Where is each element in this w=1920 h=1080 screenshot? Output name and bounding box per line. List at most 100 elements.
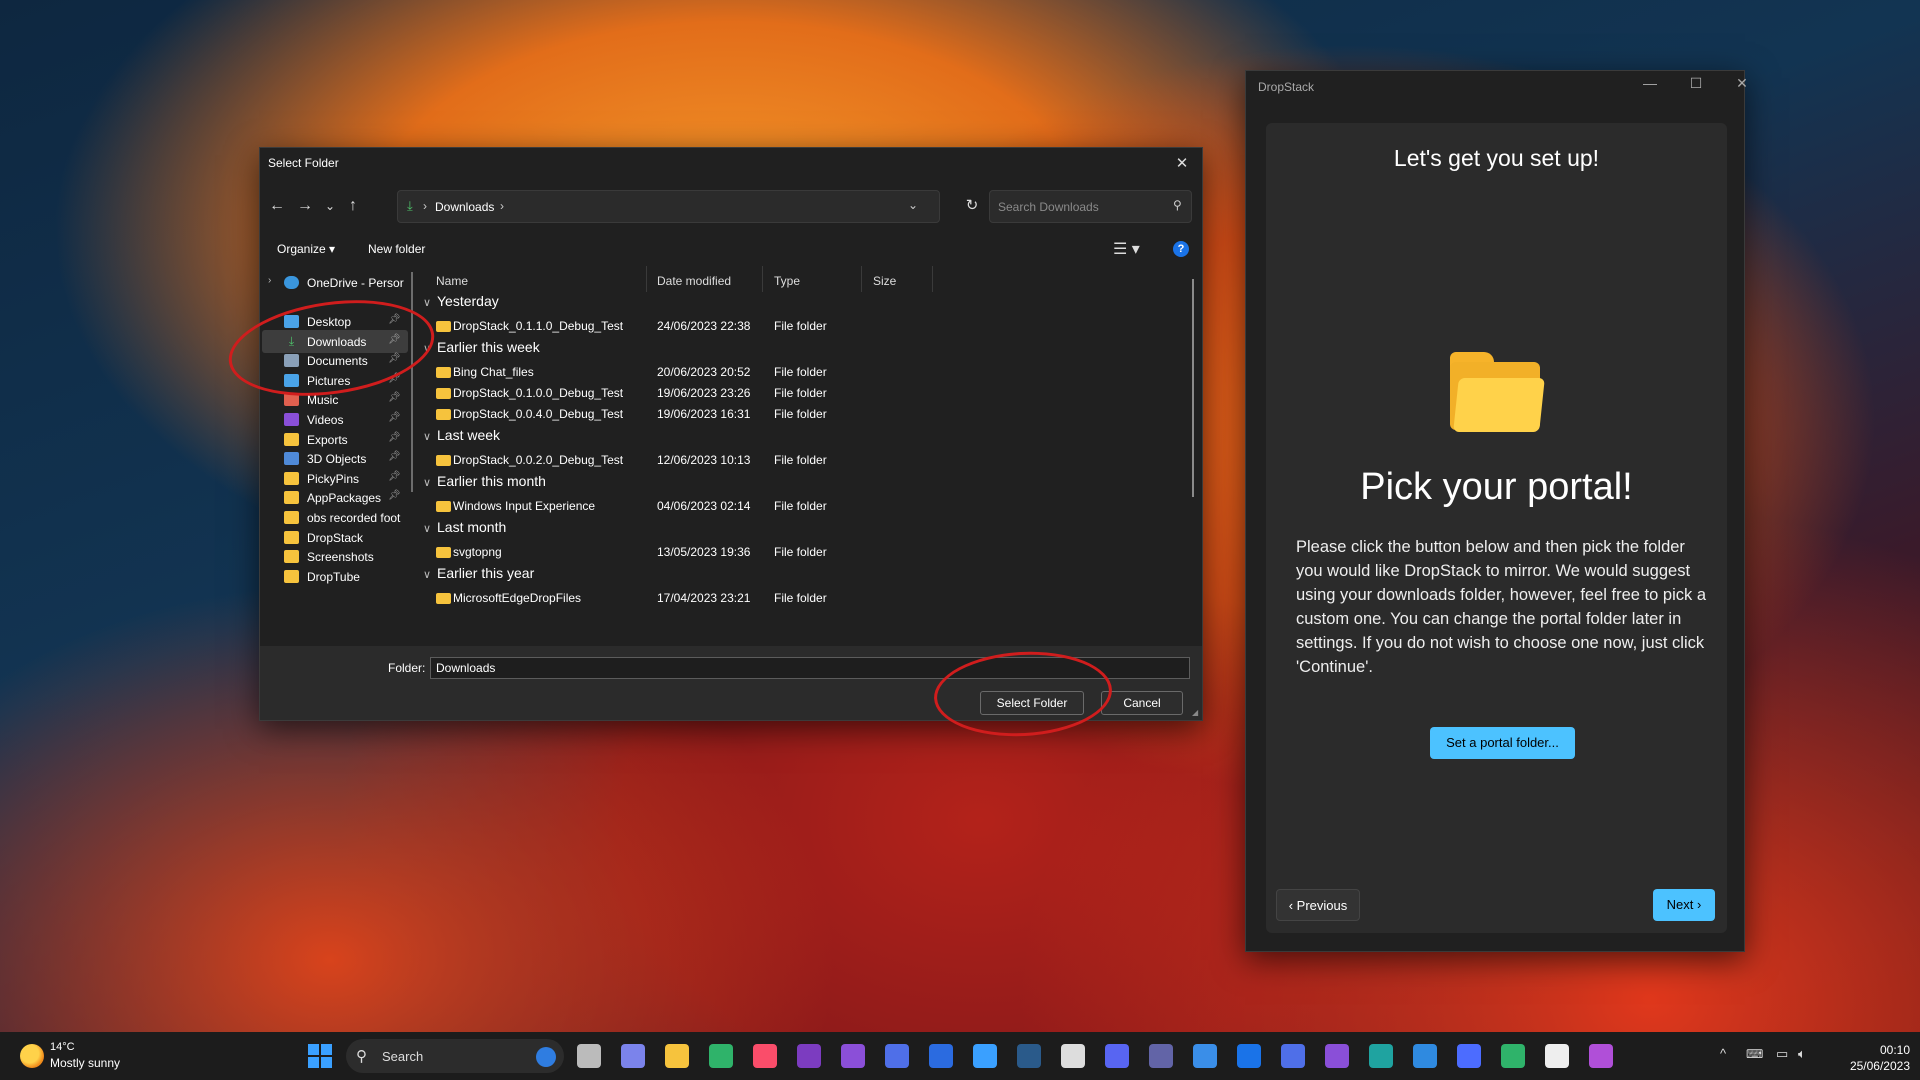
power-automate-icon[interactable] — [1281, 1044, 1305, 1068]
sidebar-item-label: Screenshots — [307, 550, 374, 564]
todo-icon[interactable] — [973, 1044, 997, 1068]
sidebar-item-label: DropTube — [307, 570, 360, 584]
edge-dev-icon[interactable] — [709, 1044, 733, 1068]
file-row[interactable]: DropStack_0.0.4.0_Debug_Test 19/06/2023 1… — [420, 404, 1170, 424]
sidebar-item[interactable]: DropTube — [262, 565, 408, 588]
outlook-icon[interactable] — [1237, 1044, 1261, 1068]
refresh-icon[interactable]: ↻ — [960, 194, 984, 218]
file-explorer-icon[interactable] — [665, 1044, 689, 1068]
setup-heading: Let's get you set up! — [1393, 145, 1600, 171]
3d-icon — [284, 452, 299, 465]
back-arrow-icon[interactable]: ← — [265, 194, 289, 218]
next-button[interactable]: Next › — [1653, 889, 1715, 921]
tray-chevron-icon[interactable]: ^ — [1720, 1046, 1726, 1061]
nav-pane-scrollbar[interactable] — [411, 272, 413, 492]
file-list-scrollbar[interactable] — [1192, 279, 1194, 497]
sidebar-item-label: PickyPins — [307, 472, 360, 486]
cancel-button[interactable]: Cancel — [1101, 691, 1183, 715]
column-type[interactable]: Type — [774, 274, 800, 288]
file-date: 17/04/2023 23:21 — [657, 591, 751, 605]
unreal-engine-icon[interactable] — [1545, 1044, 1569, 1068]
group-header[interactable]: ∨ Yesterday — [423, 293, 499, 309]
column-divider[interactable] — [762, 266, 763, 292]
file-name: svgtopng — [453, 545, 502, 559]
group-header[interactable]: ∨ Earlier this month — [423, 473, 546, 489]
expand-chevron-icon[interactable]: › — [268, 275, 271, 286]
forward-arrow-icon[interactable]: → — [293, 194, 317, 218]
group-header[interactable]: ∨ Earlier this year — [423, 565, 534, 581]
column-divider[interactable] — [932, 266, 933, 292]
column-size[interactable]: Size — [873, 274, 896, 288]
recent-chevron-icon[interactable]: ⌄ — [318, 194, 342, 218]
collapse-chevron-icon[interactable]: ∨ — [423, 476, 437, 489]
minimize-icon[interactable]: — — [1630, 75, 1670, 91]
file-row[interactable]: DropStack_0.0.2.0_Debug_Test 12/06/2023 1… — [420, 450, 1170, 470]
file-row[interactable]: Bing Chat_files 20/06/2023 20:52 File fold… — [420, 362, 1170, 382]
file-row[interactable]: DropStack_0.1.1.0_Debug_Test 24/06/2023 2… — [420, 316, 1170, 336]
github-icon[interactable] — [1589, 1044, 1613, 1068]
vscode-icon[interactable] — [1413, 1044, 1437, 1068]
vscode-insiders-icon[interactable] — [1369, 1044, 1393, 1068]
group-header[interactable]: ∨ Earlier this week — [423, 339, 540, 355]
teams-chat-icon[interactable] — [621, 1044, 645, 1068]
up-arrow-icon[interactable]: ↑ — [341, 194, 365, 218]
set-portal-folder-button[interactable]: Set a portal folder... — [1430, 727, 1575, 759]
new-folder-button[interactable]: New folder — [368, 242, 425, 256]
setup-card: Let's get you set up! Pick your portal! … — [1266, 123, 1727, 933]
column-name[interactable]: Name — [436, 274, 468, 288]
address-dropdown-icon[interactable]: ⌄ — [908, 198, 918, 212]
resize-grip-icon[interactable]: ◢ — [1192, 708, 1198, 717]
file-type: File folder — [774, 319, 827, 333]
windows-start-icon[interactable] — [308, 1044, 332, 1068]
file-row[interactable]: DropStack_0.1.0.0_Debug_Test 19/06/2023 2… — [420, 383, 1170, 403]
column-divider[interactable] — [646, 266, 647, 292]
breadcrumb-downloads[interactable]: Downloads — [435, 200, 494, 214]
column-divider[interactable] — [861, 266, 862, 292]
view-options-icon[interactable]: ☰ ▾ — [1113, 239, 1140, 259]
steam-icon[interactable] — [1017, 1044, 1041, 1068]
visual-studio-icon[interactable] — [1325, 1044, 1349, 1068]
mail-icon[interactable] — [1193, 1044, 1217, 1068]
clock-time[interactable]: 00:10 — [1860, 1043, 1910, 1057]
apple-music-icon[interactable] — [753, 1044, 777, 1068]
collapse-chevron-icon[interactable]: ∨ — [423, 568, 437, 581]
search-input[interactable]: Search Downloads ⚲ — [989, 190, 1192, 223]
column-date[interactable]: Date modified — [657, 274, 731, 288]
close-icon[interactable]: ✕ — [1162, 154, 1202, 172]
network-icon[interactable]: ▭ — [1776, 1046, 1788, 1062]
keyboard-icon[interactable]: ⌨ — [1746, 1047, 1763, 1061]
weather-icon[interactable] — [20, 1044, 44, 1068]
collapse-chevron-icon[interactable]: ∨ — [423, 522, 437, 535]
power-automate-icon[interactable] — [885, 1044, 909, 1068]
previous-button[interactable]: ‹ Previous — [1276, 889, 1360, 921]
task-view-icon[interactable] — [577, 1044, 601, 1068]
sidebar-item-label: OneDrive - Persor — [307, 276, 404, 290]
teams-icon[interactable] — [1149, 1044, 1173, 1068]
word-icon[interactable] — [929, 1044, 953, 1068]
file-row[interactable]: svgtopng 13/05/2023 19:36 File folder — [420, 542, 1170, 562]
breadcrumb-sep: › — [500, 199, 504, 213]
weather-temp[interactable]: 14°C — [50, 1041, 75, 1053]
volume-icon[interactable]: 🔈︎ — [1798, 1046, 1806, 1062]
address-bar[interactable]: ⤓ › Downloads › ⌄ — [397, 190, 940, 223]
group-header[interactable]: ∨ Last month — [423, 519, 506, 535]
gif-tool-icon[interactable] — [1501, 1044, 1525, 1068]
weather-desc[interactable]: Mostly sunny — [50, 1056, 120, 1070]
obs-icon[interactable] — [1061, 1044, 1085, 1068]
clock-date[interactable]: 25/06/2023 — [1840, 1059, 1910, 1073]
close-icon[interactable]: ✕ — [1722, 75, 1762, 92]
group-header[interactable]: ∨ Last week — [423, 427, 500, 443]
organize-button[interactable]: Organize ▾ — [277, 242, 335, 256]
onenote-icon[interactable] — [841, 1044, 865, 1068]
dropstack-icon[interactable] — [1457, 1044, 1481, 1068]
help-icon[interactable]: ? — [1173, 241, 1189, 257]
discord-icon[interactable] — [1105, 1044, 1129, 1068]
sidebar-item[interactable]: › OneDrive - Persor — [262, 271, 408, 294]
file-row[interactable]: Windows Input Experience 04/06/2023 02:14… — [420, 496, 1170, 516]
onenote-icon[interactable] — [797, 1044, 821, 1068]
maximize-icon[interactable]: ☐ — [1676, 75, 1716, 92]
collapse-chevron-icon[interactable]: ∨ — [423, 430, 437, 443]
collapse-chevron-icon[interactable]: ∨ — [423, 296, 437, 309]
file-row[interactable]: MicrosoftEdgeDropFiles 17/04/2023 23:21 Fi… — [420, 588, 1170, 608]
taskbar-search[interactable]: ⚲ Search — [346, 1039, 564, 1073]
